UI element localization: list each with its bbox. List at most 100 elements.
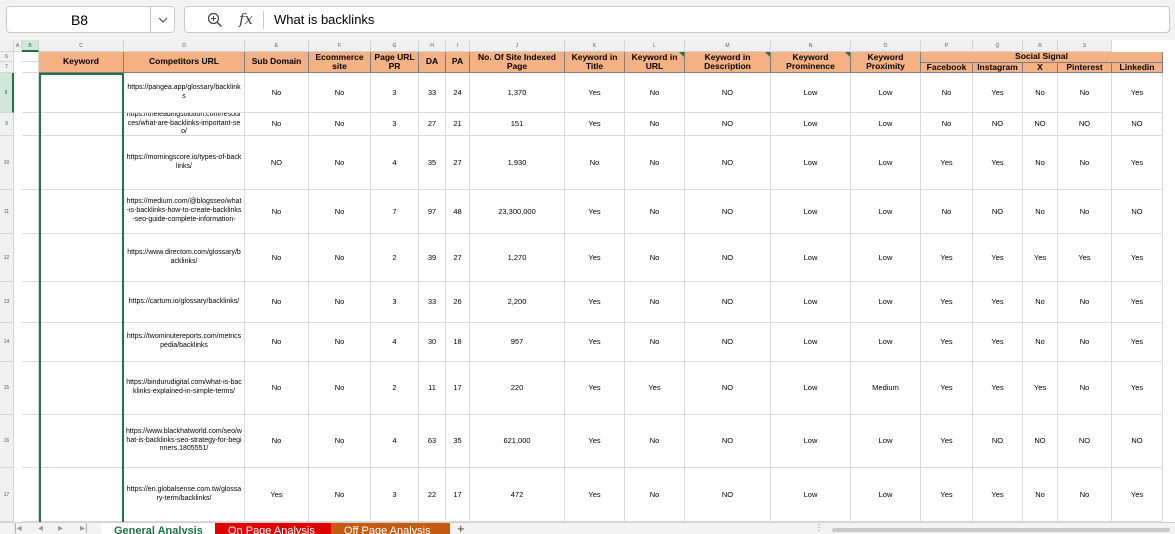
- data-cell-ig[interactable]: Yes: [973, 234, 1023, 282]
- data-cell-da[interactable]: 33: [419, 73, 446, 113]
- blank-cell[interactable]: [22, 282, 39, 323]
- column-header-j[interactable]: J: [470, 40, 565, 52]
- blank-cell[interactable]: [22, 73, 39, 113]
- data-cell-x[interactable]: No: [1023, 190, 1058, 234]
- data-cell-pr[interactable]: 7: [371, 190, 419, 234]
- data-cell-prox[interactable]: Low: [851, 136, 921, 190]
- data-cell-x[interactable]: NO: [1023, 113, 1058, 136]
- blank-cell[interactable]: [22, 234, 39, 282]
- data-cell-da[interactable]: 33: [419, 282, 446, 323]
- row-header-14[interactable]: 14: [0, 323, 14, 362]
- data-cell-idx[interactable]: 1,370: [470, 73, 565, 113]
- blank-cell[interactable]: [22, 323, 39, 362]
- data-cell-ig[interactable]: NO: [973, 113, 1023, 136]
- data-cell-kurl[interactable]: Yes: [625, 362, 685, 415]
- data-cell-ecom[interactable]: No: [309, 362, 371, 415]
- data-cell-li[interactable]: Yes: [1112, 73, 1163, 113]
- data-cell-fb[interactable]: No: [921, 190, 973, 234]
- data-cell-ecom[interactable]: No: [309, 73, 371, 113]
- keyword-cell[interactable]: [39, 73, 124, 113]
- data-cell-pin[interactable]: No: [1058, 362, 1112, 415]
- data-cell-pa[interactable]: 27: [446, 136, 470, 190]
- data-cell-da[interactable]: 39: [419, 234, 446, 282]
- data-cell-fb[interactable]: Yes: [921, 136, 973, 190]
- data-cell-li[interactable]: NO: [1112, 190, 1163, 234]
- spreadsheet-grid[interactable]: A B C D E F G H I J K L M N O P Q R S 6 7 8 9 10 11 12 13 14 15 16 17 K…: [0, 40, 1175, 522]
- data-cell-sub[interactable]: NO: [245, 136, 309, 190]
- column-header-d[interactable]: D: [124, 40, 245, 52]
- data-cell-li[interactable]: NO: [1112, 113, 1163, 136]
- data-cell-title[interactable]: No: [565, 136, 625, 190]
- data-cell-ig[interactable]: Yes: [973, 73, 1023, 113]
- row-header-12[interactable]: 12: [0, 234, 14, 282]
- formula-value[interactable]: What is backlinks: [274, 12, 374, 27]
- data-cell-ecom[interactable]: No: [309, 234, 371, 282]
- data-cell-desc[interactable]: NO: [685, 113, 771, 136]
- data-cell-li[interactable]: Yes: [1112, 282, 1163, 323]
- data-cell-sub[interactable]: No: [245, 190, 309, 234]
- data-cell-li[interactable]: Yes: [1112, 468, 1163, 522]
- data-cell-kurl[interactable]: No: [625, 282, 685, 323]
- data-cell-prox[interactable]: Low: [851, 73, 921, 113]
- data-cell-ecom[interactable]: No: [309, 468, 371, 522]
- data-cell-desc[interactable]: NO: [685, 190, 771, 234]
- data-cell-idx[interactable]: 472: [470, 468, 565, 522]
- formula-input[interactable]: fx What is backlinks: [184, 6, 1170, 33]
- data-cell-prom[interactable]: Low: [771, 282, 851, 323]
- data-cell-fb[interactable]: No: [921, 73, 973, 113]
- data-cell-sub[interactable]: No: [245, 234, 309, 282]
- data-cell-x[interactable]: NO: [1023, 415, 1058, 468]
- data-cell-prox[interactable]: Low: [851, 190, 921, 234]
- column-header-s[interactable]: S: [1058, 40, 1112, 52]
- data-cell-ecom[interactable]: No: [309, 415, 371, 468]
- data-cell-prox[interactable]: Low: [851, 415, 921, 468]
- data-cell-idx[interactable]: 1,930: [470, 136, 565, 190]
- column-header-l[interactable]: L: [625, 40, 685, 52]
- sheet-tab-general-analysis[interactable]: General Analysis: [101, 523, 215, 534]
- column-header-i[interactable]: I: [446, 40, 470, 52]
- competitor-url-cell[interactable]: https://theleadingsolution.com/resources…: [124, 113, 245, 136]
- data-cell-fb[interactable]: Yes: [921, 282, 973, 323]
- first-sheet-icon[interactable]: |◂: [14, 523, 22, 534]
- data-cell-title[interactable]: Yes: [565, 323, 625, 362]
- column-header-m[interactable]: M: [685, 40, 771, 52]
- data-cell-ecom[interactable]: No: [309, 323, 371, 362]
- data-cell-kurl[interactable]: No: [625, 190, 685, 234]
- zoom-icon[interactable]: [207, 12, 223, 28]
- keyword-cell[interactable]: [39, 415, 124, 468]
- data-cell-idx[interactable]: 2,200: [470, 282, 565, 323]
- blank-cell[interactable]: [22, 52, 39, 62]
- column-header-r[interactable]: R: [1023, 40, 1058, 52]
- data-cell-title[interactable]: Yes: [565, 282, 625, 323]
- data-cell-ig[interactable]: NO: [973, 415, 1023, 468]
- data-cell-kurl[interactable]: No: [625, 113, 685, 136]
- data-cell-fb[interactable]: Yes: [921, 415, 973, 468]
- data-cell-li[interactable]: Yes: [1112, 362, 1163, 415]
- name-box[interactable]: B8: [6, 6, 175, 33]
- data-cell-title[interactable]: Yes: [565, 415, 625, 468]
- keyword-cell[interactable]: [39, 282, 124, 323]
- data-cell-pr[interactable]: 3: [371, 113, 419, 136]
- competitor-url-cell[interactable]: https://morningscore.io/types-of-backlin…: [124, 136, 245, 190]
- data-cell-pa[interactable]: 27: [446, 234, 470, 282]
- data-cell-kurl[interactable]: No: [625, 415, 685, 468]
- data-cell-pin[interactable]: No: [1058, 282, 1112, 323]
- row-header-6[interactable]: 6: [0, 52, 14, 62]
- add-sheet-button[interactable]: +: [457, 523, 465, 534]
- data-cell-ig[interactable]: Yes: [973, 362, 1023, 415]
- data-cell-idx[interactable]: 621,000: [470, 415, 565, 468]
- keyword-cell[interactable]: [39, 323, 124, 362]
- data-cell-kurl[interactable]: No: [625, 323, 685, 362]
- data-cell-idx[interactable]: 1,270: [470, 234, 565, 282]
- column-header-h[interactable]: H: [419, 40, 446, 52]
- data-cell-pa[interactable]: 21: [446, 113, 470, 136]
- data-cell-prom[interactable]: Low: [771, 415, 851, 468]
- data-cell-prom[interactable]: Low: [771, 468, 851, 522]
- data-cell-sub[interactable]: No: [245, 415, 309, 468]
- data-cell-pin[interactable]: No: [1058, 190, 1112, 234]
- blank-cell[interactable]: [22, 136, 39, 190]
- data-cell-pr[interactable]: 3: [371, 73, 419, 113]
- data-cell-da[interactable]: 30: [419, 323, 446, 362]
- data-cell-prox[interactable]: Medium: [851, 362, 921, 415]
- data-cell-sub[interactable]: No: [245, 73, 309, 113]
